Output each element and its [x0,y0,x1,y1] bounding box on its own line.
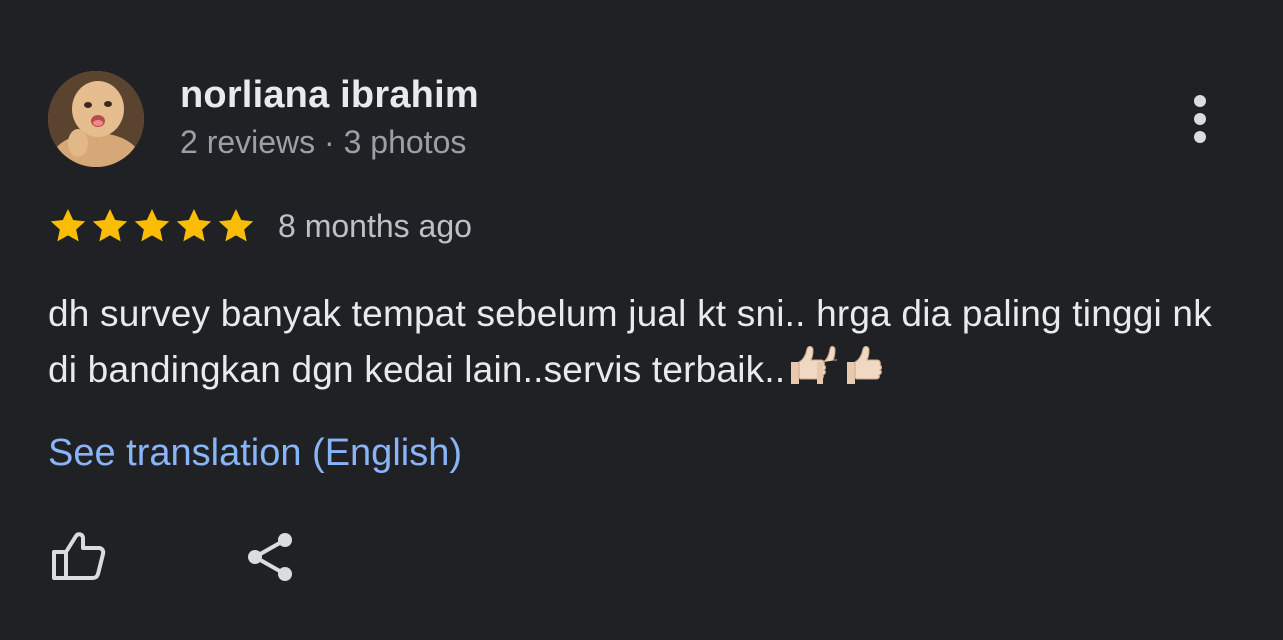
thumbs-up-emoji-icon [847,346,883,384]
star-icon [174,206,214,246]
share-icon [248,533,292,581]
more-options-button[interactable] [1180,92,1220,146]
reviewer-meta: 2 reviews · 3 photos [180,124,467,160]
review-body: dh survey banyak tempat sebelum jual kt … [48,286,1228,398]
star-icon [132,206,172,246]
thumbs-up-icon [52,532,106,580]
see-translation-link[interactable]: See translation (English) [48,432,462,475]
reviewer-avatar[interactable] [48,71,144,167]
share-button[interactable] [240,526,300,586]
baby-photo-avatar-icon [48,71,144,167]
reviewer-name[interactable]: norliana ibrahim [180,74,479,117]
star-icon [216,206,256,246]
review-time: 8 months ago [278,207,472,244]
rating-row: 8 months ago [48,204,472,248]
like-button[interactable] [46,526,112,586]
thumbs-up-emoji-icon [791,346,838,384]
star-rating [48,206,256,246]
star-icon [90,206,130,246]
review-text: dh survey banyak tempat sebelum jual kt … [48,293,1212,390]
review-card: norliana ibrahim 2 reviews · 3 photos 8 … [0,0,1283,640]
vertical-dots-icon [1194,95,1206,107]
star-icon [48,206,88,246]
